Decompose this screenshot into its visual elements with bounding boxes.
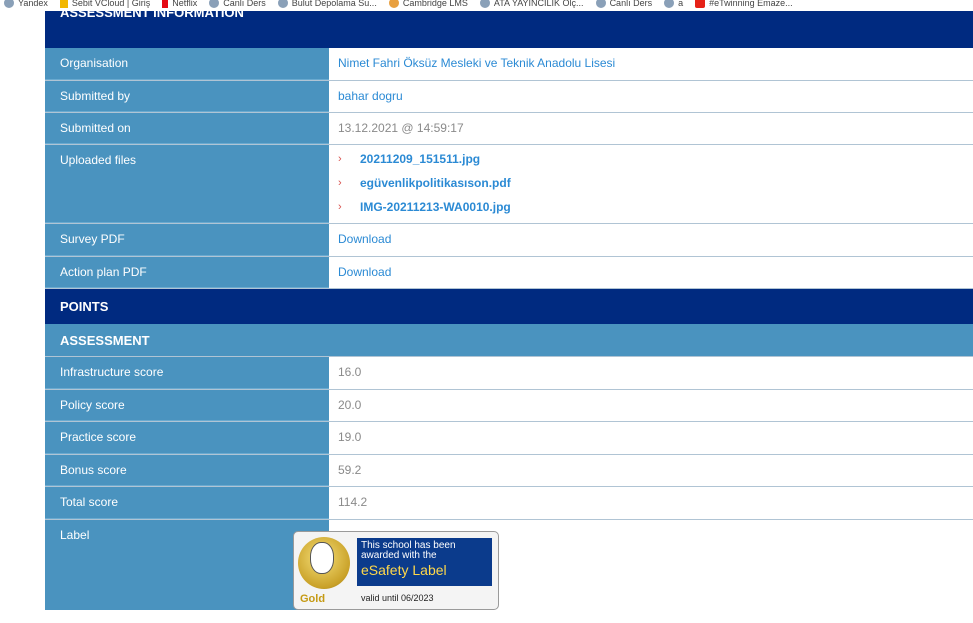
bookmark-etwinning[interactable]: #eTwinning Emaze... [695, 0, 793, 8]
people-icon [664, 0, 675, 8]
bookmark-bulut[interactable]: Bulut Depolama Su... [277, 0, 377, 8]
practice-score-row: Practice score 19.0 [45, 422, 973, 455]
globe-icon [595, 0, 606, 8]
policy-score-label: Policy score [45, 390, 329, 421]
file-link[interactable]: 20211209_151511.jpg [360, 152, 480, 166]
action-plan-download-link[interactable]: Download [329, 257, 973, 288]
chevron-right-icon: › [338, 153, 342, 165]
file-item: › egüvenlikpolitikasıson.pdf [338, 171, 973, 195]
total-score-label: Total score [45, 487, 329, 519]
points-header: POINTS [45, 289, 973, 324]
survey-pdf-download-link[interactable]: Download [329, 224, 973, 256]
organisation-link[interactable]: Nimet Fahri Öksüz Mesleki ve Teknik Anad… [329, 48, 973, 80]
policy-score-row: Policy score 20.0 [45, 390, 973, 422]
survey-pdf-label: Survey PDF [45, 224, 329, 256]
bookmark-yandex[interactable]: Yandex [4, 0, 48, 8]
bookmark-a[interactable]: a [664, 0, 683, 8]
action-plan-row: Action plan PDF Download [45, 257, 973, 289]
bookmark-canli-ders-2[interactable]: Canlı Ders [595, 0, 652, 8]
infrastructure-score-row: Infrastructure score 16.0 [45, 357, 973, 390]
label-row: Label [45, 520, 973, 610]
globe-icon [479, 0, 490, 8]
practice-score-value: 19.0 [329, 422, 973, 454]
organisation-label: Organisation [45, 48, 329, 80]
label-label: Label [45, 520, 329, 610]
uploaded-files-row: Uploaded files › 20211209_151511.jpg › egü… [45, 145, 973, 224]
file-item: › 20211209_151511.jpg [338, 147, 973, 171]
policy-score-value: 20.0 [329, 390, 973, 421]
badge-valid-until: valid until 06/2023 [361, 593, 434, 603]
youtube-icon [695, 0, 706, 8]
bookmark-cambridge[interactable]: Cambridge LMS [388, 0, 468, 8]
file-link[interactable]: egüvenlikpolitikasıson.pdf [360, 176, 511, 190]
chevron-right-icon: › [338, 201, 342, 213]
assessment-subheader: ASSESSMENT [45, 324, 973, 357]
badge-awarded-text: This school has been awarded with the [361, 540, 456, 561]
chevron-right-icon: › [338, 177, 342, 189]
submitted-by-label: Submitted by [45, 81, 329, 112]
infrastructure-score-value: 16.0 [329, 357, 973, 389]
submitted-by-row: Submitted by bahar dogru [45, 81, 973, 113]
assessment-panel: ASSESSMENT INFORMATION Organisation Nime… [45, 5, 973, 610]
badge-title: eSafety Label [361, 562, 447, 578]
infrastructure-score-label: Infrastructure score [45, 357, 329, 389]
cambridge-icon [388, 0, 399, 8]
file-link[interactable]: IMG-20211213-WA0010.jpg [360, 200, 511, 214]
assessment-information-header: ASSESSMENT INFORMATION [45, 5, 973, 48]
badge-level: Gold [300, 593, 326, 605]
bonus-score-value: 59.2 [329, 455, 973, 486]
submitted-on-value: 13.12.2021 @ 14:59:17 [329, 113, 973, 144]
bonus-score-row: Bonus score 59.2 [45, 455, 973, 487]
cloud-icon [277, 0, 288, 8]
badge-banner: This school has been awarded with the eS… [357, 538, 492, 586]
bookmark-ata[interactable]: ATA YAYINCILIK Ölç... [479, 0, 584, 8]
globe-icon [4, 0, 14, 8]
bonus-score-label: Bonus score [45, 455, 329, 486]
total-score-row: Total score 114.2 [45, 487, 973, 520]
uploaded-files-list-container: › 20211209_151511.jpg › egüvenlikpolitikas… [329, 145, 973, 223]
total-score-value: 114.2 [329, 487, 973, 519]
uploaded-files-label: Uploaded files [45, 145, 329, 223]
submitted-on-row: Submitted on 13.12.2021 @ 14:59:17 [45, 113, 973, 145]
submitted-by-link[interactable]: bahar dogru [329, 81, 973, 112]
action-plan-label: Action plan PDF [45, 257, 329, 288]
submitted-on-label: Submitted on [45, 113, 329, 144]
organisation-row: Organisation Nimet Fahri Öksüz Mesleki v… [45, 48, 973, 81]
file-item: › IMG-20211213-WA0010.jpg [338, 195, 973, 219]
practice-score-label: Practice score [45, 422, 329, 454]
survey-pdf-row: Survey PDF Download [45, 224, 973, 257]
esafety-label-badge[interactable]: Gold This school has been awarded with t… [293, 531, 499, 610]
uploaded-files-list: › 20211209_151511.jpg › egüvenlikpolitikas… [338, 147, 973, 219]
mascot-icon [310, 542, 334, 574]
